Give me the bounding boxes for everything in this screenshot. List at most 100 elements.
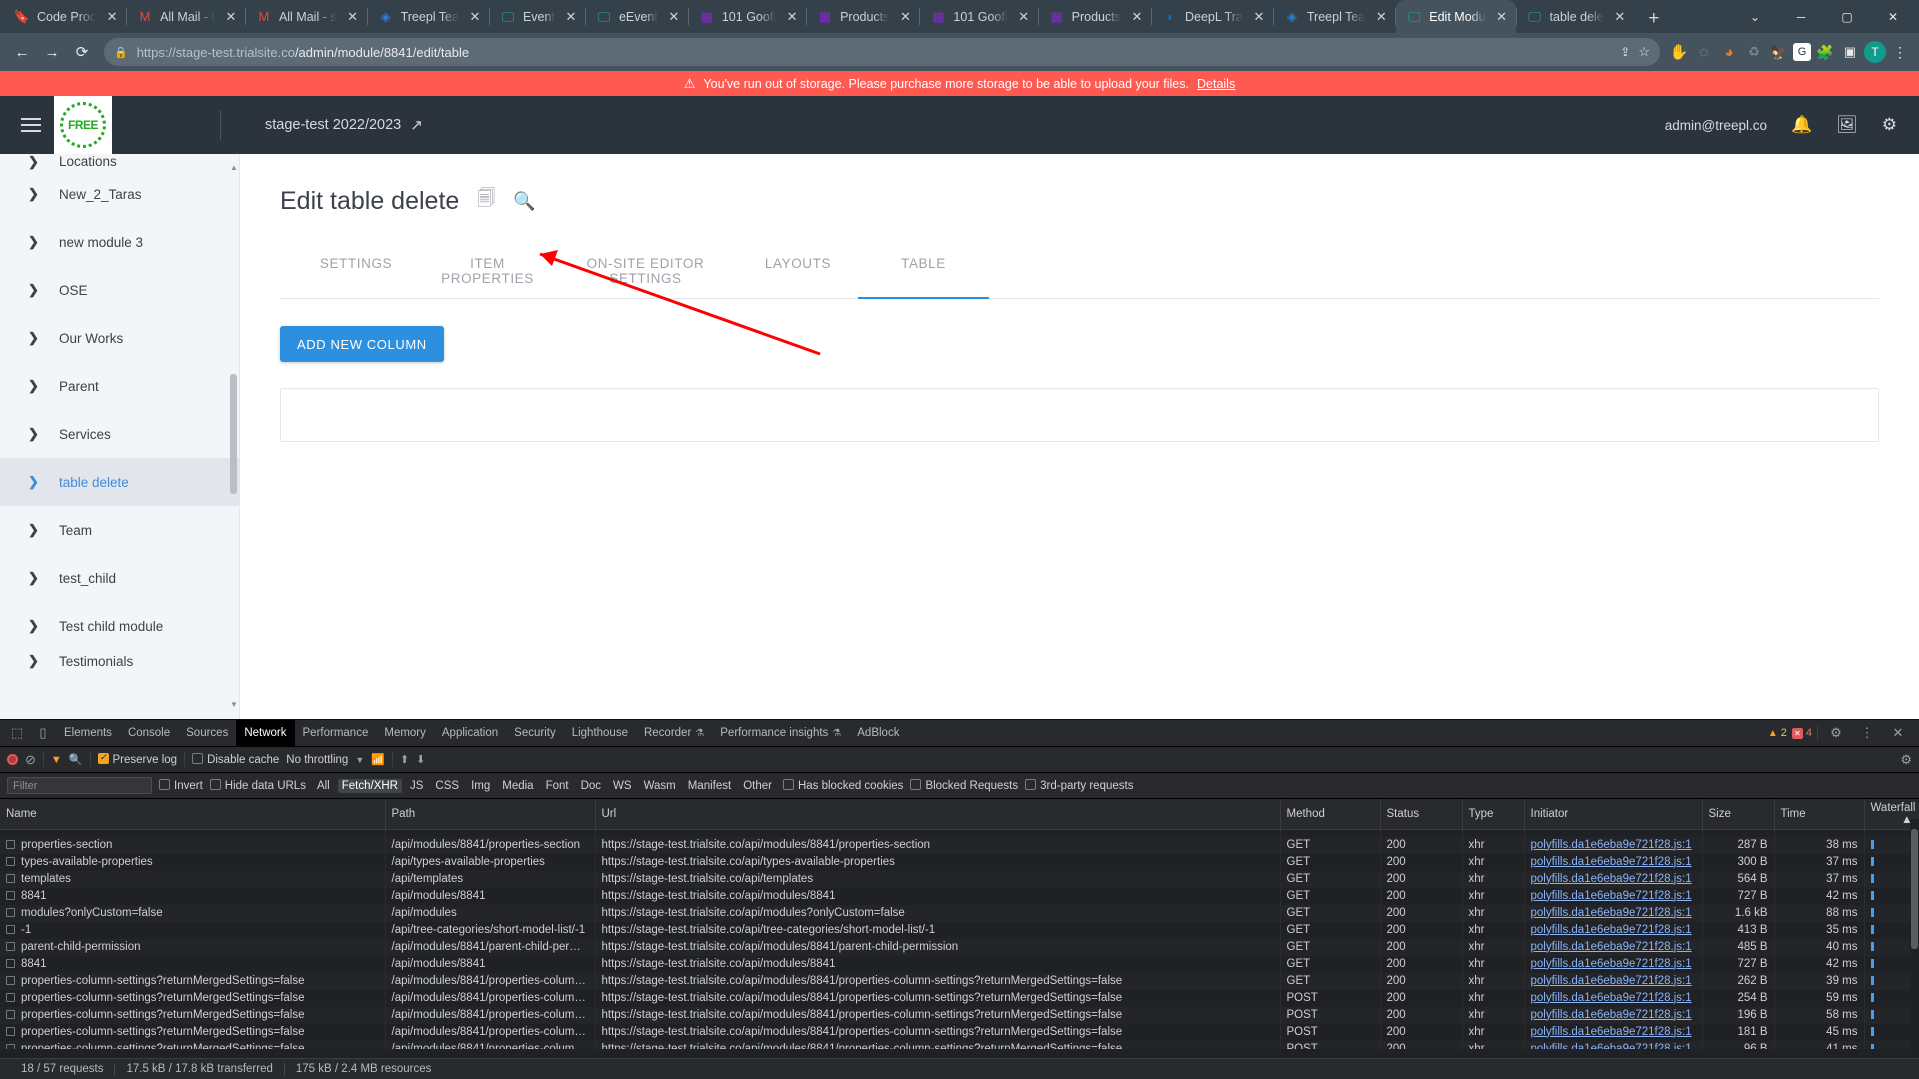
table-row[interactable]: properties-column-settings?returnMergedS… bbox=[0, 1023, 1919, 1041]
sidebar-scroll-thumb[interactable] bbox=[230, 374, 237, 494]
profile-avatar[interactable]: T bbox=[1864, 41, 1886, 63]
row-checkbox[interactable] bbox=[6, 856, 15, 866]
filter-type-all[interactable]: All bbox=[313, 779, 334, 793]
copy-icon[interactable]: 🗐 bbox=[477, 186, 495, 216]
initiator-link[interactable]: polyfills.da1e6eba9e721f28.js:1 bbox=[1531, 1009, 1692, 1021]
initiator-link[interactable]: polyfills.da1e6eba9e721f28.js:1 bbox=[1531, 839, 1692, 851]
sidebar-item-new-2-taras[interactable]: ❯ New_2_Taras bbox=[0, 170, 239, 218]
record-icon[interactable] bbox=[7, 754, 18, 765]
devtools-tab-network[interactable]: Network bbox=[236, 719, 295, 747]
tab-close-icon[interactable]: ✕ bbox=[1494, 9, 1510, 25]
has-blocked-cookies-checkbox[interactable]: Has blocked cookies bbox=[782, 779, 903, 792]
table-row[interactable]: properties-column-settings?returnMergedS… bbox=[0, 1006, 1919, 1024]
column-header-status[interactable]: Status bbox=[1380, 799, 1463, 830]
new-tab-button[interactable]: + bbox=[1640, 5, 1668, 33]
table-row[interactable]: properties-column-settings?returnMergedS… bbox=[0, 972, 1919, 990]
preserve-log-checkbox[interactable]: Preserve log bbox=[97, 752, 177, 766]
browser-tab[interactable]: ◗ DeepL Tra ✕ bbox=[1152, 0, 1273, 33]
browser-tab[interactable]: 🖵 Event ✕ bbox=[490, 0, 585, 33]
reload-icon[interactable]: ⟳ bbox=[68, 38, 96, 66]
tab-close-icon[interactable]: ✕ bbox=[784, 9, 800, 25]
devtools-tab-application[interactable]: Application bbox=[434, 720, 506, 747]
tab-close-icon[interactable]: ✕ bbox=[104, 9, 120, 25]
tab-close-icon[interactable]: ✕ bbox=[1612, 9, 1628, 25]
initiator-link[interactable]: polyfills.da1e6eba9e721f28.js:1 bbox=[1531, 975, 1692, 987]
table-row[interactable]: properties-column-settings?returnMergedS… bbox=[0, 989, 1919, 1007]
tab-close-icon[interactable]: ✕ bbox=[1251, 9, 1267, 25]
initiator-link[interactable]: polyfills.da1e6eba9e721f28.js:1 bbox=[1531, 1026, 1692, 1038]
devtools-tab-security[interactable]: Security bbox=[506, 720, 564, 747]
row-checkbox[interactable] bbox=[6, 1009, 15, 1019]
devtools-tab-memory[interactable]: Memory bbox=[376, 720, 434, 747]
scroll-up-arrow[interactable]: ▲ bbox=[230, 164, 238, 172]
row-checkbox[interactable] bbox=[6, 975, 15, 985]
sidebar-item-parent[interactable]: ❯ Parent bbox=[0, 362, 239, 410]
image-icon[interactable]: 🖼 bbox=[1836, 115, 1858, 135]
column-header-method[interactable]: Method bbox=[1280, 799, 1381, 830]
tab-table[interactable]: TABLE bbox=[858, 246, 989, 299]
table-row[interactable]: 8841/api/modules/8841 https://stage-test.… bbox=[0, 955, 1919, 973]
table-row[interactable]: properties-column-settings?returnMergedS… bbox=[0, 1040, 1919, 1050]
tab-close-icon[interactable]: ✕ bbox=[666, 9, 682, 25]
filter-type-other[interactable]: Other bbox=[739, 779, 776, 793]
table-header-row[interactable]: Name Path Url Method Status Type Initiator Size… bbox=[0, 799, 1919, 830]
initiator-link[interactable]: polyfills.da1e6eba9e721f28.js:1 bbox=[1531, 992, 1692, 1004]
warning-count-badge[interactable]: ▲ 2 bbox=[1768, 727, 1787, 739]
initiator-link[interactable]: polyfills.da1e6eba9e721f28.js:1 bbox=[1531, 856, 1692, 868]
wifi-icon[interactable]: 📶 bbox=[371, 753, 385, 766]
column-header-type[interactable]: Type bbox=[1462, 799, 1525, 830]
column-header-time[interactable]: Time bbox=[1774, 799, 1865, 830]
devtools-close-icon[interactable]: ✕ bbox=[1885, 720, 1911, 746]
zoom-out-icon[interactable]: 🔍 bbox=[513, 191, 535, 212]
sidebar-scrollbar[interactable]: ▲ ▼ bbox=[230, 164, 238, 709]
clear-icon[interactable]: ⊘ bbox=[25, 752, 36, 768]
bell-icon[interactable]: 🔔 bbox=[1791, 115, 1812, 135]
devtools-tab-lighthouse[interactable]: Lighthouse bbox=[564, 720, 636, 747]
third-party-requests-checkbox[interactable]: 3rd-party requests bbox=[1025, 779, 1133, 792]
devtools-tab-recorder[interactable]: Recorder ⚗ bbox=[636, 720, 712, 747]
external-link-icon[interactable]: ↗ bbox=[410, 116, 423, 134]
row-checkbox[interactable] bbox=[6, 1026, 15, 1036]
recycle-icon[interactable]: ♻ bbox=[1743, 41, 1765, 63]
tab-close-icon[interactable]: ✕ bbox=[467, 9, 483, 25]
site-logo[interactable]: FREE bbox=[54, 96, 112, 154]
initiator-link[interactable]: polyfills.da1e6eba9e721f28.js:1 bbox=[1531, 1043, 1692, 1050]
tab-close-icon[interactable]: ✕ bbox=[1016, 9, 1032, 25]
sidebar-item-services[interactable]: ❯ Services bbox=[0, 410, 239, 458]
table-row[interactable]: properties-section/api/modules/8841/prop… bbox=[0, 836, 1919, 854]
adblock-icon[interactable]: ✋ bbox=[1668, 41, 1690, 63]
row-checkbox[interactable] bbox=[6, 873, 15, 883]
table-row[interactable]: parent-child-permission/api/modules/8841… bbox=[0, 938, 1919, 956]
sidebar-item-table-delete[interactable]: ❯ table delete bbox=[0, 458, 239, 506]
green-bird-icon[interactable]: 🦅 bbox=[1768, 41, 1790, 63]
devtools-tab-adblock[interactable]: AdBlock bbox=[849, 720, 907, 747]
row-checkbox[interactable] bbox=[6, 890, 15, 900]
inspect-element-icon[interactable]: ⬚ bbox=[4, 720, 30, 746]
column-header-path[interactable]: Path bbox=[385, 799, 596, 830]
storage-details-link[interactable]: Details bbox=[1197, 77, 1235, 91]
browser-tab[interactable]: M All Mail - t ✕ bbox=[127, 0, 245, 33]
browser-tab[interactable]: ▦ 101 Goofi ✕ bbox=[920, 0, 1037, 33]
initiator-link[interactable]: polyfills.da1e6eba9e721f28.js:1 bbox=[1531, 907, 1692, 919]
devtools-tab-console[interactable]: Console bbox=[120, 720, 178, 747]
filter-type-wasm[interactable]: Wasm bbox=[640, 779, 680, 793]
initiator-link[interactable]: polyfills.da1e6eba9e721f28.js:1 bbox=[1531, 890, 1692, 902]
row-checkbox[interactable] bbox=[6, 992, 15, 1002]
chrome-menu-icon[interactable]: ⋮ bbox=[1889, 41, 1911, 63]
browser-tab[interactable]: 🖵 eEvent ✕ bbox=[586, 0, 688, 33]
import-har-icon[interactable]: ⬆ bbox=[400, 753, 409, 766]
tab-close-icon[interactable]: ✕ bbox=[1129, 9, 1145, 25]
disable-cache-checkbox[interactable]: Disable cache bbox=[192, 753, 279, 766]
tab-search-button[interactable]: ⌄ bbox=[1733, 1, 1777, 33]
tab-settings[interactable]: SETTINGS bbox=[290, 246, 422, 298]
network-scroll-thumb[interactable] bbox=[1911, 829, 1918, 949]
initiator-link[interactable]: polyfills.da1e6eba9e721f28.js:1 bbox=[1531, 873, 1692, 885]
sidebar-item-ose[interactable]: ❯ OSE bbox=[0, 266, 239, 314]
sidebar-item-test-child-module[interactable]: ❯ Test child module bbox=[0, 602, 239, 650]
hide-data-urls-checkbox[interactable]: Hide data URLs bbox=[209, 779, 306, 792]
filter-type-doc[interactable]: Doc bbox=[577, 779, 605, 793]
search-icon[interactable]: 🔍 bbox=[69, 753, 83, 766]
throttling-select[interactable]: No throttling bbox=[286, 754, 348, 766]
browser-tab[interactable]: ▦ Products ✕ bbox=[1039, 0, 1151, 33]
table-row[interactable]: types-available-properties/api/types-ava… bbox=[0, 853, 1919, 871]
